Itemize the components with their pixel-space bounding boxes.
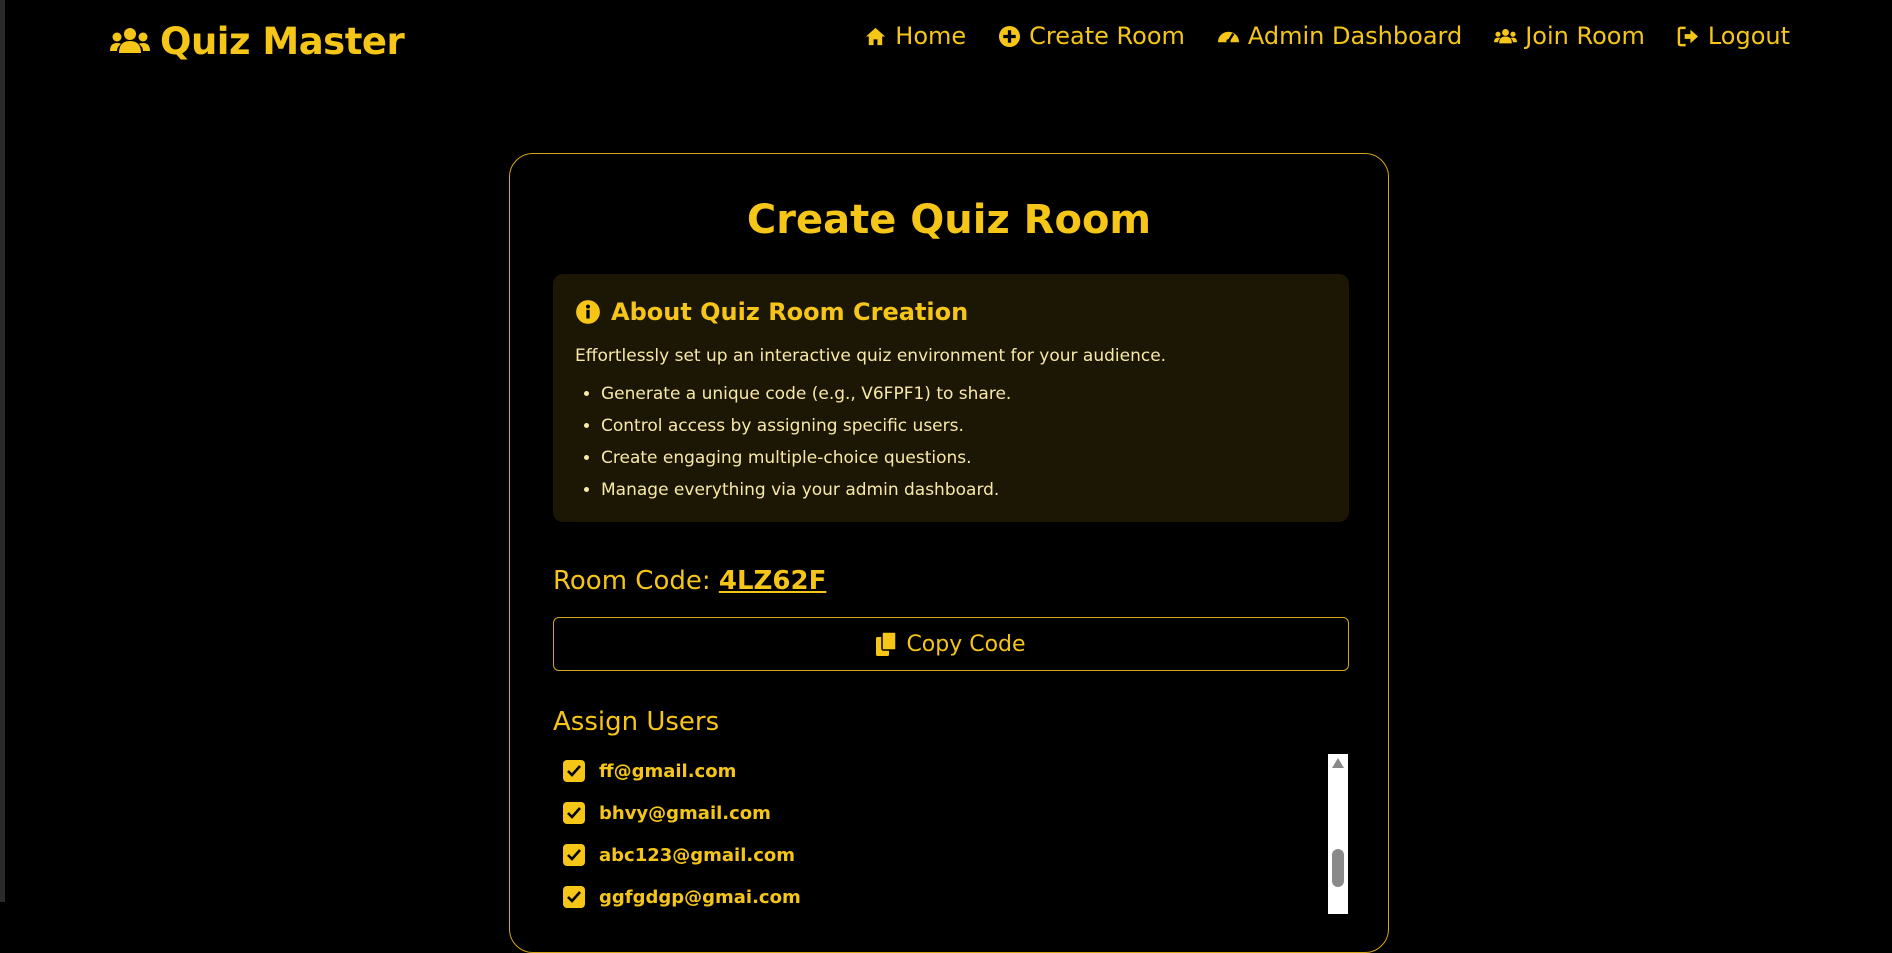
list-item[interactable]: bhvy@gmail.com (563, 802, 771, 824)
about-bullet: Generate a unique code (e.g., V6FPF1) to… (601, 378, 1327, 410)
user-email: bhvy@gmail.com (599, 802, 771, 824)
check-icon (567, 891, 581, 903)
user-email: ff@gmail.com (599, 760, 737, 782)
user-email: ggfgdgp@gmai.com (599, 886, 801, 908)
users-icon (1494, 28, 1518, 43)
assign-users-heading: Assign Users (553, 707, 720, 737)
nav-join-room[interactable]: Join Room (1494, 22, 1645, 50)
room-code-value[interactable]: 4LZ62F (719, 566, 826, 596)
about-bullet: Control access by assigning specific use… (601, 410, 1327, 442)
scroll-up-arrow[interactable] (1332, 758, 1344, 768)
window-edge (0, 0, 5, 902)
scroll-thumb[interactable] (1332, 849, 1344, 887)
nav-admin-dashboard-label: Admin Dashboard (1247, 22, 1463, 50)
page-title: Create Quiz Room (746, 197, 1152, 243)
about-heading: About Quiz Room Creation (575, 298, 1327, 326)
brand-logo[interactable]: Quiz Master (110, 18, 405, 64)
copy-code-label: Copy Code (906, 631, 1026, 657)
users-icon (110, 28, 150, 53)
about-description: Effortlessly set up an interactive quiz … (575, 346, 1167, 366)
room-code-label: Room Code: (553, 566, 711, 596)
about-bullet: Manage everything via your admin dashboa… (601, 474, 1327, 506)
check-icon (567, 765, 581, 777)
list-item[interactable]: ggfgdgp@gmai.com (563, 886, 801, 908)
nav-admin-dashboard[interactable]: Admin Dashboard (1217, 22, 1462, 50)
user-list[interactable]: ff@gmail.com bhvy@gmail.com abc123@gmail… (553, 754, 1349, 914)
nav-home[interactable]: Home (864, 22, 966, 50)
about-panel: About Quiz Room Creation Effortlessly se… (553, 274, 1349, 522)
user-checkbox[interactable] (563, 760, 585, 782)
nav-create-room[interactable]: Create Room (998, 22, 1185, 50)
nav-logout-label: Logout (1707, 22, 1790, 50)
home-icon (866, 27, 886, 45)
user-checkbox[interactable] (563, 844, 585, 866)
user-checkbox[interactable] (563, 802, 585, 824)
user-list-scrollbar[interactable] (1328, 754, 1348, 914)
user-email: abc123@gmail.com (599, 844, 796, 866)
user-checkbox[interactable] (563, 886, 585, 908)
check-icon (567, 849, 581, 861)
logout-icon (1677, 26, 1698, 46)
copy-icon (876, 632, 897, 656)
main-nav: Home Create Room Admin Dashboard Join Ro… (864, 22, 1790, 50)
nav-home-label: Home (895, 22, 967, 50)
about-bullet: Create engaging multiple-choice question… (601, 442, 1327, 474)
nav-logout[interactable]: Logout (1677, 22, 1790, 50)
list-item[interactable]: ff@gmail.com (563, 760, 736, 782)
plus-circle-icon (999, 25, 1021, 47)
list-item[interactable]: abc123@gmail.com (563, 844, 795, 866)
about-bullets: Generate a unique code (e.g., V6FPF1) to… (575, 378, 1327, 506)
navbar: Quiz Master Home Create Room Admin Dashb… (0, 0, 1892, 80)
brand-name: Quiz Master (160, 19, 405, 63)
copy-code-button[interactable]: Copy Code (553, 617, 1349, 671)
about-heading-text: About Quiz Room Creation (611, 298, 969, 326)
create-room-card: Create Quiz Room About Quiz Room Creatio… (509, 153, 1389, 953)
room-code: Room Code: 4LZ62F (553, 566, 826, 596)
nav-join-room-label: Join Room (1525, 22, 1645, 50)
check-icon (567, 807, 581, 819)
nav-create-room-label: Create Room (1029, 22, 1185, 50)
gauge-icon (1217, 31, 1239, 43)
info-icon (576, 300, 600, 324)
